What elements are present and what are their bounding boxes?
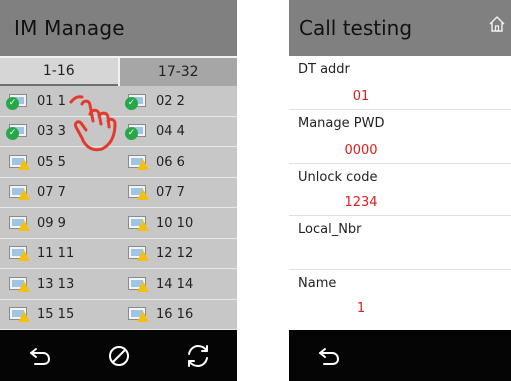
device-label: 07 7 <box>156 185 185 200</box>
field-dt-addr[interactable]: DT addr 01 <box>289 56 511 110</box>
field-value: 1 <box>356 301 366 316</box>
refresh-button[interactable] <box>178 336 218 376</box>
field-label: DT addr <box>298 62 350 77</box>
device-label: 05 5 <box>37 154 66 170</box>
back-icon <box>319 347 340 365</box>
device-row: 13 13 14 14 <box>0 269 237 300</box>
device-label: 02 2 <box>156 93 185 109</box>
device-warning-icon <box>128 276 149 292</box>
device-label: 06 6 <box>156 154 185 170</box>
call-testing-panel: Call testing DT addr 01 Manage PWD 0000 … <box>289 0 511 381</box>
field-label: Name <box>298 276 337 291</box>
device-cell[interactable]: ✓ 04 4 <box>125 117 185 147</box>
device-cell[interactable]: 10 10 <box>128 208 193 238</box>
device-label: 09 9 <box>37 215 66 231</box>
im-manage-panel: IM Manage 1-16 17-32 ✓ 01 1 ✓ 02 2 ✓ 03 3 ✓ 04 … <box>0 0 237 381</box>
device-cell[interactable]: 13 13 <box>9 269 74 299</box>
left-footer-bar <box>0 330 237 381</box>
device-cell[interactable]: 06 6 <box>128 147 185 177</box>
device-label: 15 15 <box>37 307 75 322</box>
tab-1-16[interactable]: 1-16 <box>0 56 118 86</box>
device-row: 05 5 06 6 <box>0 147 237 178</box>
device-label: 16 16 <box>156 307 194 322</box>
device-warning-icon <box>9 307 30 322</box>
cancel-button[interactable] <box>99 336 139 376</box>
field-unlock-code[interactable]: Unlock code 1234 <box>289 164 511 216</box>
device-warning-icon <box>9 215 30 231</box>
back-icon <box>29 347 50 365</box>
im-manage-header: IM Manage <box>0 0 237 56</box>
device-cell[interactable]: 16 16 <box>128 300 193 330</box>
field-label: Manage PWD <box>298 116 385 131</box>
device-warning-icon <box>9 154 30 170</box>
device-row: ✓ 03 3 ✓ 04 4 <box>0 117 237 147</box>
device-warning-icon <box>128 215 149 231</box>
device-warning-icon <box>9 246 30 261</box>
cancel-icon <box>108 345 129 366</box>
tab-17-32[interactable]: 17-32 <box>117 56 237 86</box>
field-value: 01 <box>352 89 370 104</box>
device-label: 13 13 <box>37 276 75 292</box>
device-warning-icon <box>128 246 149 261</box>
device-online-icon: ✓ <box>125 124 147 140</box>
field-label: Local_Nbr <box>298 222 362 237</box>
device-cell[interactable]: 14 14 <box>128 269 193 299</box>
field-manage-pwd[interactable]: Manage PWD 0000 <box>289 110 511 164</box>
device-cell[interactable]: 09 9 <box>9 208 66 238</box>
field-label: Unlock code <box>298 170 378 185</box>
device-label: 11 11 <box>37 246 75 261</box>
device-warning-icon <box>128 185 149 200</box>
device-label: 03 3 <box>37 124 66 139</box>
device-cell[interactable]: 11 11 <box>9 239 74 269</box>
device-warning-icon <box>9 185 30 200</box>
device-label: 12 12 <box>156 246 194 261</box>
device-cell[interactable]: ✓ 03 3 <box>6 117 66 147</box>
device-label: 10 10 <box>156 215 194 231</box>
field-value: 0000 <box>344 143 378 158</box>
device-online-icon: ✓ <box>6 93 28 110</box>
device-row: 15 15 16 16 <box>0 300 237 330</box>
page-title: Call testing <box>299 16 413 40</box>
field-name[interactable]: Name 1 <box>289 270 511 330</box>
back-button[interactable] <box>309 336 349 376</box>
page-title: IM Manage <box>14 16 125 40</box>
device-grid: ✓ 01 1 ✓ 02 2 ✓ 03 3 ✓ 04 4 05 5 06 6 07 7 07 7 09 9… <box>0 86 237 330</box>
field-local-nbr[interactable]: Local_Nbr <box>289 216 511 270</box>
device-cell[interactable]: 12 12 <box>128 239 193 269</box>
device-cell[interactable]: 07 7 <box>128 178 185 208</box>
back-button[interactable] <box>20 336 60 376</box>
device-label: 01 1 <box>37 93 66 109</box>
device-row: ✓ 01 1 ✓ 02 2 <box>0 86 237 117</box>
right-footer-bar <box>289 330 511 381</box>
device-row: 11 11 12 12 <box>0 239 237 269</box>
device-warning-icon <box>128 154 149 170</box>
device-cell[interactable]: ✓ 02 2 <box>125 86 185 116</box>
device-online-icon: ✓ <box>125 93 147 110</box>
device-cell[interactable]: ✓ 01 1 <box>6 86 66 116</box>
device-cell[interactable]: 15 15 <box>9 300 74 330</box>
tab-bar: 1-16 17-32 <box>0 56 237 86</box>
device-row: 07 7 07 7 <box>0 178 237 208</box>
device-label: 04 4 <box>156 124 185 139</box>
device-cell[interactable]: 07 7 <box>9 178 66 208</box>
home-icon[interactable] <box>487 14 507 34</box>
device-label: 14 14 <box>156 276 194 292</box>
device-warning-icon <box>9 276 30 292</box>
device-online-icon: ✓ <box>6 124 28 140</box>
device-cell[interactable]: 05 5 <box>9 147 66 177</box>
call-testing-header: Call testing <box>289 0 511 56</box>
device-label: 07 7 <box>37 185 66 200</box>
device-row: 09 9 10 10 <box>0 208 237 239</box>
device-warning-icon <box>128 307 149 322</box>
field-value: 1234 <box>344 195 378 210</box>
refresh-icon <box>187 344 208 367</box>
